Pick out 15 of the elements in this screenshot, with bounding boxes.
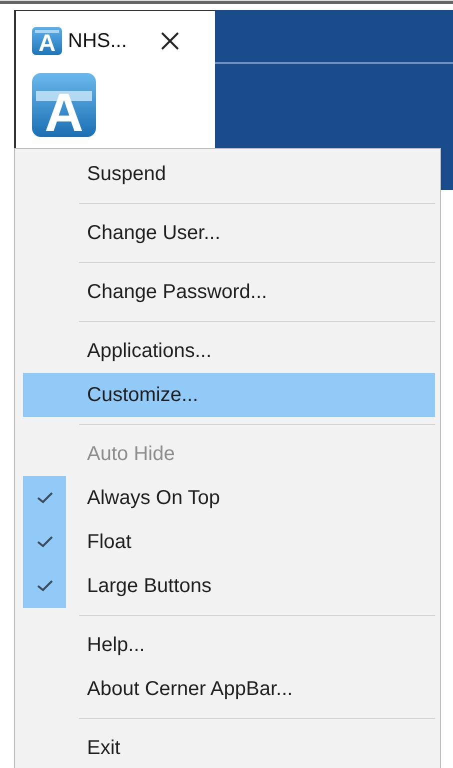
menu-item[interactable]: Exit	[23, 726, 435, 768]
app-logo-icon[interactable]: A	[32, 73, 96, 137]
menu-item[interactable]: Applications...	[23, 329, 435, 373]
menu-item[interactable]: Float	[23, 520, 435, 564]
window-tab-title[interactable]: NHS...	[68, 30, 127, 52]
close-icon[interactable]	[160, 32, 179, 50]
menu-item[interactable]: About Cerner AppBar...	[23, 667, 435, 711]
menu-item[interactable]: Always On Top	[23, 476, 435, 520]
menu-item[interactable]: Change Password...	[23, 270, 435, 314]
menu-item[interactable]: Large Buttons	[23, 564, 435, 608]
menu-item[interactable]: Suspend	[23, 152, 435, 196]
menu-item[interactable]: Customize...	[23, 373, 435, 417]
app-logo-icon: A	[32, 27, 62, 55]
menu-item[interactable]: Help...	[23, 623, 435, 667]
menu-item[interactable]: Change User...	[23, 211, 435, 255]
